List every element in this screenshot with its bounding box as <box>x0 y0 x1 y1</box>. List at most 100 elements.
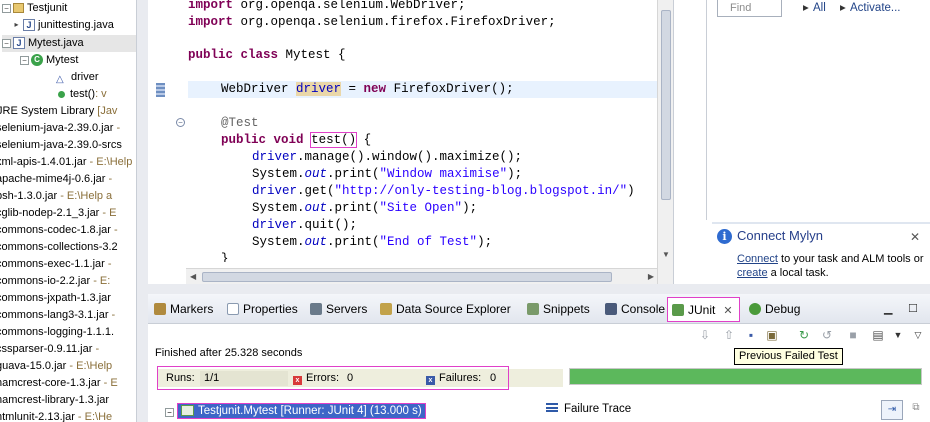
code-editor[interactable]: − import org.openqa.selenium.WebDriver; … <box>148 0 674 284</box>
rerun-test-icon[interactable]: ↻ <box>796 327 812 343</box>
next-failure-icon[interactable]: ⇩ <box>697 327 713 343</box>
console-icon <box>605 303 617 315</box>
test-suite-row[interactable]: Testjunit.Mytest [Runner: JUnit 4] (13.0… <box>177 403 426 419</box>
scroll-lock-icon[interactable]: ▣ <box>764 327 780 343</box>
snippets-icon <box>527 303 539 315</box>
previous-failure-icon[interactable]: ⇧ <box>721 327 737 343</box>
code-line[interactable]: System.out.print("Window maximise"); <box>252 166 522 183</box>
view-tab-bar: Markers Properties Servers Data Source E… <box>148 294 930 324</box>
code-line[interactable]: import org.openqa.selenium.firefox.Firef… <box>188 14 556 31</box>
editor-horizontal-scrollbar[interactable]: ◀ ▶ <box>186 268 658 284</box>
mylyn-text: Connect to your task and ALM tools or cre… <box>737 253 924 279</box>
tree-item-jar[interactable]: htmlunit-2.13.jar - E:\He <box>0 409 112 422</box>
tree-item-jar[interactable]: cglib-nodep-2.1_3.jar - E <box>0 205 116 222</box>
tree-item-field[interactable]: △ driver <box>56 69 99 86</box>
find-input[interactable]: Find <box>717 0 782 17</box>
package-explorer: − Testjunit ▸ Jjunittesting.java − J Mytest.… <box>0 0 137 422</box>
tree-item-library[interactable]: JRE System Library [Jav <box>0 103 117 120</box>
collapse-toggle-icon[interactable]: − <box>20 55 29 65</box>
properties-icon <box>227 303 239 315</box>
connect-link[interactable]: Connect <box>737 253 778 265</box>
tab-junit[interactable]: JUnit ✕ <box>667 297 740 322</box>
task-list-toolbar: Find ▸ All ▸ Activate... <box>706 0 930 20</box>
code-line[interactable]: public void test() { <box>221 132 371 149</box>
runs-value: 1/1 <box>204 372 220 384</box>
maximize-icon[interactable]: ☐ <box>908 302 918 315</box>
code-line[interactable]: System.out.print("End of Test"); <box>252 234 492 251</box>
stack-trace-icon <box>546 403 558 412</box>
tree-item-jar[interactable]: hamcrest-library-1.3.jar <box>0 392 109 409</box>
tab-markers[interactable]: Markers <box>154 301 213 319</box>
tree-item-jar[interactable]: commons-exec-1.1.jar - <box>0 256 112 273</box>
runs-label: Runs: <box>166 372 195 384</box>
scroll-down-icon[interactable]: ▼ <box>662 250 670 259</box>
tab-debug[interactable]: Debug <box>749 301 800 319</box>
collapse-toggle-icon[interactable]: − <box>2 38 11 48</box>
code-line[interactable]: driver.get("http://only-testing-blog.blo… <box>252 183 635 200</box>
tree-item-jar[interactable]: xml-apis-1.4.01.jar - E:\Help <box>0 154 132 171</box>
close-icon[interactable]: ✕ <box>910 230 920 244</box>
rerun-failed-first-icon[interactable]: ↺ <box>819 327 835 343</box>
tree-item-file-selected[interactable]: − J Mytest.java <box>2 35 136 52</box>
fold-toggle-icon[interactable]: − <box>176 118 185 127</box>
tree-item-jar[interactable]: selenium-java-2.39.0.jar - <box>0 120 120 137</box>
tab-data-source-explorer[interactable]: Data Source Explorer <box>380 301 511 319</box>
activate-link[interactable]: Activate... <box>850 0 901 16</box>
show-failures-only-icon[interactable]: ▪ <box>743 327 759 343</box>
tab-console[interactable]: Console <box>605 301 665 319</box>
tree-item-jar[interactable]: commons-io-2.2.jar - E: <box>0 273 110 290</box>
code-line[interactable]: @Test <box>221 115 259 132</box>
code-line[interactable]: public class Mytest { <box>188 47 346 64</box>
create-link[interactable]: create <box>737 267 768 279</box>
tree-item-class[interactable]: − C Mytest <box>20 52 78 69</box>
tree-item-jar[interactable]: commons-logging-1.1.1. <box>0 324 114 341</box>
tree-item-jar[interactable]: commons-jxpath-1.3.jar <box>0 290 111 307</box>
class-icon: C <box>31 54 43 67</box>
tree-item-project[interactable]: − Testjunit <box>2 0 67 17</box>
code-line[interactable]: } <box>221 251 229 262</box>
collapse-toggle-icon[interactable]: − <box>2 3 11 13</box>
history-icon[interactable]: ▤ <box>870 327 886 343</box>
expand-arrow-icon[interactable]: ▸ <box>12 20 21 30</box>
scroll-left-icon[interactable]: ◀ <box>190 272 196 281</box>
editor-vertical-scrollbar[interactable]: ▼ <box>657 0 673 284</box>
tab-properties[interactable]: Properties <box>227 301 298 319</box>
view-menu-icon[interactable]: ▽ <box>910 327 926 343</box>
tree-item-jar[interactable]: commons-collections-3.2 <box>0 239 118 256</box>
filter-stack-trace-icon[interactable]: ⇥ <box>881 400 903 420</box>
tree-item-jar[interactable]: guava-15.0.jar - E:\Help <box>0 358 112 375</box>
sash[interactable] <box>137 284 930 294</box>
collapse-toggle-icon[interactable]: − <box>165 408 174 417</box>
minimize-icon[interactable]: ▁ <box>884 302 892 315</box>
scroll-thumb[interactable] <box>202 272 612 282</box>
tree-item-jar[interactable]: apache-mime4j-0.6.jar - <box>0 171 112 188</box>
scroll-thumb[interactable] <box>661 10 671 200</box>
code-line[interactable]: driver.manage().window().maximize(); <box>252 149 522 166</box>
dropdown-arrow-icon[interactable]: ▼ <box>890 327 906 343</box>
code-line[interactable]: WebDriver driver = new FirefoxDriver(); <box>221 81 514 98</box>
tree-item-method[interactable]: test(): v <box>56 86 107 103</box>
tree-item-jar[interactable]: hamcrest-core-1.3.jar - E <box>0 375 118 392</box>
tree-item-jar[interactable]: cssparser-0.9.11.jar - <box>0 341 99 358</box>
compare-results-icon[interactable]: ⧉ <box>908 402 924 418</box>
code-line[interactable]: driver.quit(); <box>252 217 357 234</box>
java-file-icon: J <box>23 19 35 32</box>
method-name-highlight[interactable]: test() <box>310 132 358 148</box>
code-line[interactable]: import org.openqa.selenium.WebDriver; <box>188 0 466 14</box>
chevron-right-icon: ▸ <box>840 2 846 14</box>
failure-icon: x <box>426 376 435 385</box>
test-suite-icon <box>181 405 194 416</box>
tab-servers[interactable]: Servers <box>310 301 367 319</box>
tree-item-jar[interactable]: commons-codec-1.8.jar - <box>0 222 118 239</box>
all-link[interactable]: All <box>813 0 826 16</box>
stop-icon[interactable]: ■ <box>845 327 861 343</box>
sash[interactable] <box>137 0 148 422</box>
tree-item-file[interactable]: ▸ Jjunittesting.java <box>12 17 114 34</box>
tree-item-jar[interactable]: bsh-1.3.0.jar - E:\Help a <box>0 188 112 205</box>
code-line[interactable]: System.out.print("Site Open"); <box>252 200 477 217</box>
scroll-right-icon[interactable]: ▶ <box>648 272 654 281</box>
close-tab-icon[interactable]: ✕ <box>723 305 732 317</box>
tree-item-jar[interactable]: commons-lang3-3.1.jar - <box>0 307 115 324</box>
tree-item-jar[interactable]: selenium-java-2.39.0-srcs <box>0 137 122 154</box>
tab-snippets[interactable]: Snippets <box>527 301 590 319</box>
